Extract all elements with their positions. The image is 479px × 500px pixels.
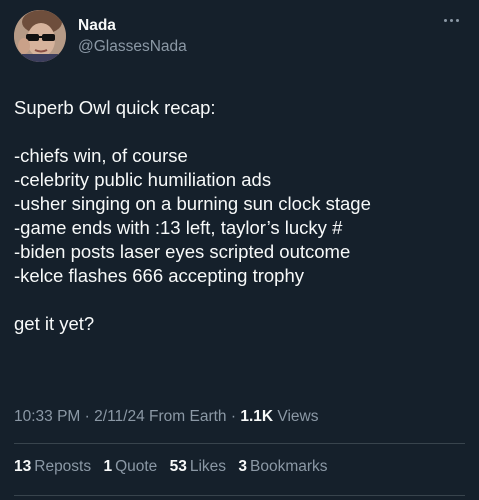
reposts-stat[interactable]: 13 Reposts [14, 457, 91, 477]
meta-separator: · [226, 408, 241, 425]
tweet-text-line: get it yet? [14, 313, 95, 334]
tweet-source: From Earth [144, 408, 227, 425]
engagement-stats: 13 Reposts 1 Quote 53 Likes 3 Bookmarks [14, 457, 336, 477]
bookmarks-label: Bookmarks [249, 458, 328, 475]
quotes-count: 1 [103, 458, 113, 475]
views-label: Views [273, 408, 319, 425]
tweet-date[interactable]: 2/11/24 [94, 408, 145, 425]
tweet-text-line: -usher singing on a burning sun clock st… [14, 193, 371, 214]
reposts-label: Reposts [34, 458, 92, 475]
likes-count: 53 [169, 458, 187, 475]
tweet-text-line: -biden posts laser eyes scripted outcome [14, 241, 351, 262]
divider [14, 443, 465, 444]
more-options-button[interactable] [439, 10, 463, 30]
author-info: Nada @GlassesNada [78, 16, 187, 57]
meta-separator: · [80, 408, 95, 425]
bookmarks-count: 3 [238, 458, 247, 475]
views-count[interactable]: 1.1K [240, 408, 273, 425]
quotes-label: Quote [115, 458, 158, 475]
tweet-text: Superb Owl quick recap: -chiefs win, of … [14, 96, 469, 336]
tweet-text-line: Superb Owl quick recap: [14, 97, 216, 118]
avatar-image [14, 10, 66, 62]
more-horizontal-icon-dot [455, 18, 459, 22]
tweet-text-line: -celebrity public humiliation ads [14, 169, 272, 190]
tweet-text-blank-line [14, 288, 469, 312]
more-horizontal-icon-dot [449, 18, 453, 22]
bookmarks-stat[interactable]: 3 Bookmarks [238, 457, 327, 477]
likes-stat[interactable]: 53 Likes [170, 457, 226, 477]
author-handle[interactable]: @GlassesNada [78, 37, 187, 57]
tweet-card: Nada @GlassesNada Superb Owl quick recap… [0, 0, 479, 500]
reposts-count: 13 [14, 458, 32, 475]
more-horizontal-icon [443, 18, 447, 22]
quotes-stat[interactable]: 1 Quote [103, 457, 157, 477]
tweet-text-line: -game ends with :13 left, taylor’s lucky… [14, 217, 343, 238]
avatar[interactable] [14, 10, 66, 62]
likes-label: Likes [189, 458, 227, 475]
tweet-text-line: -chiefs win, of course [14, 145, 188, 166]
tweet-text-blank-line [14, 120, 469, 144]
tweet-time[interactable]: 10:33 PM [14, 408, 80, 425]
tweet-meta: 10:33 PM · 2/11/24 From Earth · 1.1K Vie… [14, 407, 318, 427]
tweet-text-line: -kelce flashes 666 accepting trophy [14, 265, 305, 286]
divider [14, 495, 465, 496]
tweet-header: Nada @GlassesNada [14, 10, 465, 62]
author-display-name[interactable]: Nada [78, 16, 187, 36]
